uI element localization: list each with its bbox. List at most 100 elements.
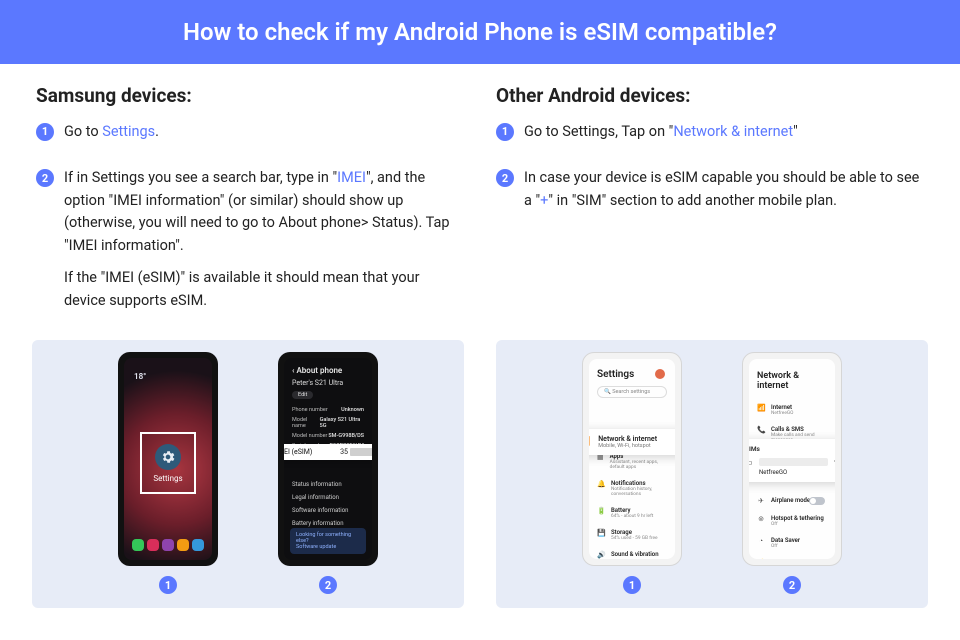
other-phone-1: Settings 🔍 Search settings 📶 Network & i…: [582, 352, 682, 566]
item-title: Hotspot & tethering: [771, 515, 824, 522]
sound-icon: 🔊: [597, 551, 605, 559]
samsung-gallery: 18° Settings 1 ‹ About phone: [32, 340, 464, 608]
samsung-step-2: 2 If in Settings you see a search bar, t…: [36, 167, 464, 322]
item-sub: Off: [771, 544, 800, 549]
bell-icon: 🔔: [597, 480, 605, 488]
samsung-phone-2: ‹ About phone Peter's S21 Ultra Edit Pho…: [278, 352, 378, 566]
list-item: 📶InternetNetfreeGO: [749, 399, 835, 421]
settings-link[interactable]: Settings: [102, 123, 155, 140]
sims-heading: SIMs: [749, 445, 835, 453]
other-step-2: 2 In case your device is eSIM capable yo…: [496, 167, 924, 222]
list-item: ✈ Airplane mode: [749, 492, 835, 510]
device-name: Peter's S21 Ultra: [284, 379, 372, 389]
step-text: Go to Settings, Tap on "Network & intern…: [524, 121, 798, 153]
caption-badge: 2: [783, 576, 801, 594]
section: Status information: [284, 477, 372, 490]
settings-app-highlight: Settings: [140, 432, 196, 494]
step-badge: 2: [496, 169, 514, 187]
sim-name: NetfreeGO: [759, 469, 835, 476]
list-item: 💾Storage54% used - 59 GB free: [589, 524, 675, 546]
samsung-step-1: 1 Go to Settings.: [36, 121, 464, 153]
network-internet-link[interactable]: Network & internet: [673, 123, 793, 140]
label: Model number: [292, 433, 327, 439]
list-item: ◔Data SaverOff: [749, 532, 835, 554]
about-phone-header: ‹ About phone: [284, 358, 372, 379]
samsung-phone-2-wrap: ‹ About phone Peter's S21 Ultra Edit Pho…: [278, 352, 378, 594]
step-text: Go to Settings.: [64, 121, 159, 153]
imei-esim-callout: IMEI (eSIM) 35: [284, 444, 372, 460]
section: Legal information: [284, 490, 372, 503]
list-item: 🔑VPNNone: [749, 554, 835, 559]
value: Galaxy S21 Ultra 5G: [320, 417, 364, 429]
plus-icon: +: [834, 457, 835, 467]
page-title: How to check if my Android Phone is eSIM…: [0, 0, 960, 64]
weather-widget: 18°: [134, 372, 146, 381]
imei-label: IMEI (eSIM): [284, 448, 312, 456]
text: Go to: [64, 123, 102, 140]
footer-question: Looking for something else?: [296, 532, 360, 544]
hotspot-icon: ⊚: [757, 515, 765, 523]
text: Go to Settings, Tap on ": [524, 123, 673, 140]
text: .: [155, 123, 159, 140]
label: Model name: [292, 417, 320, 429]
list-item: 🔋Battery64% - about 9 hr left: [589, 502, 675, 524]
other-phone-1-wrap: Settings 🔍 Search settings 📶 Network & i…: [582, 352, 682, 594]
network-title: Network & internet: [749, 359, 835, 399]
redacted: [350, 448, 372, 456]
step-badge: 1: [496, 123, 514, 141]
text: " in "SIM" section to add another mobile…: [548, 192, 837, 209]
other-phone-2: Network & internet 📶InternetNetfreeGO 📞C…: [742, 352, 842, 566]
app-dock: [130, 536, 206, 554]
label: Phone number: [292, 407, 328, 413]
airplane-icon: ✈: [757, 497, 765, 505]
item-sub: NetfreeGO: [771, 411, 793, 416]
step-badge: 1: [36, 123, 54, 141]
footer-link: Software update: [296, 544, 360, 550]
footer-card: Looking for something else? Software upd…: [290, 528, 366, 554]
samsung-column: Samsung devices: 1 Go to Settings. 2 If …: [36, 84, 464, 336]
battery-icon: 🔋: [597, 507, 605, 515]
callout-title: Network & internet: [598, 435, 657, 443]
value: Unknown: [341, 407, 364, 413]
item-title: Sound & vibration: [611, 551, 659, 558]
other-gallery: Settings 🔍 Search settings 📶 Network & i…: [496, 340, 928, 608]
text: If the "IMEI (eSIM)" is available it sho…: [64, 267, 464, 312]
step-text: In case your device is eSIM capable you …: [524, 167, 924, 222]
other-heading: Other Android devices:: [496, 84, 924, 107]
item-sub: Off: [771, 522, 824, 527]
storage-icon: 💾: [597, 529, 605, 537]
caption-badge: 2: [319, 576, 337, 594]
edit-button: Edit: [292, 391, 313, 399]
wifi-icon: 📶: [757, 404, 765, 412]
caption-badge: 1: [159, 576, 177, 594]
step-badge: 2: [36, 169, 54, 187]
sim-icon: ▭: [749, 458, 753, 467]
imei-link[interactable]: IMEI: [337, 169, 366, 186]
gear-icon: [155, 444, 181, 470]
section: Software information: [284, 503, 372, 516]
value: SM-G998B/DS: [328, 433, 364, 439]
other-step-1: 1 Go to Settings, Tap on "Network & inte…: [496, 121, 924, 153]
redacted: [759, 458, 828, 466]
item-sub: Assistant, recent apps, default apps: [610, 460, 667, 470]
item-sub: 64% - about 9 hr left: [611, 514, 653, 519]
search-placeholder: Search settings: [612, 389, 650, 395]
wifi-icon: 📶: [589, 437, 590, 447]
item-title: Airplane mode: [771, 497, 810, 504]
settings-label: Settings: [153, 474, 182, 483]
caption-badge: 1: [623, 576, 641, 594]
list-item: 🔊 Sound & vibration: [589, 546, 675, 559]
content-columns: Samsung devices: 1 Go to Settings. 2 If …: [0, 64, 960, 336]
text: ": [793, 123, 798, 140]
samsung-phone-1-wrap: 18° Settings 1: [118, 352, 218, 594]
other-phone-2-wrap: Network & internet 📶InternetNetfreeGO 📞C…: [742, 352, 842, 594]
other-column: Other Android devices: 1 Go to Settings,…: [496, 84, 924, 336]
network-internet-callout: 📶 Network & internet Mobile, Wi-Fi, hots…: [589, 429, 675, 455]
samsung-phone-1: 18° Settings: [118, 352, 218, 566]
phone-icon: 📞: [757, 426, 765, 434]
list-item: ⊚ Hotspot & tetheringOff: [749, 510, 835, 532]
datasaver-icon: ◔: [757, 537, 765, 545]
imei-value-prefix: 35: [340, 448, 348, 456]
search-input: 🔍 Search settings: [597, 386, 667, 398]
step-text: If in Settings you see a search bar, typ…: [64, 167, 464, 322]
